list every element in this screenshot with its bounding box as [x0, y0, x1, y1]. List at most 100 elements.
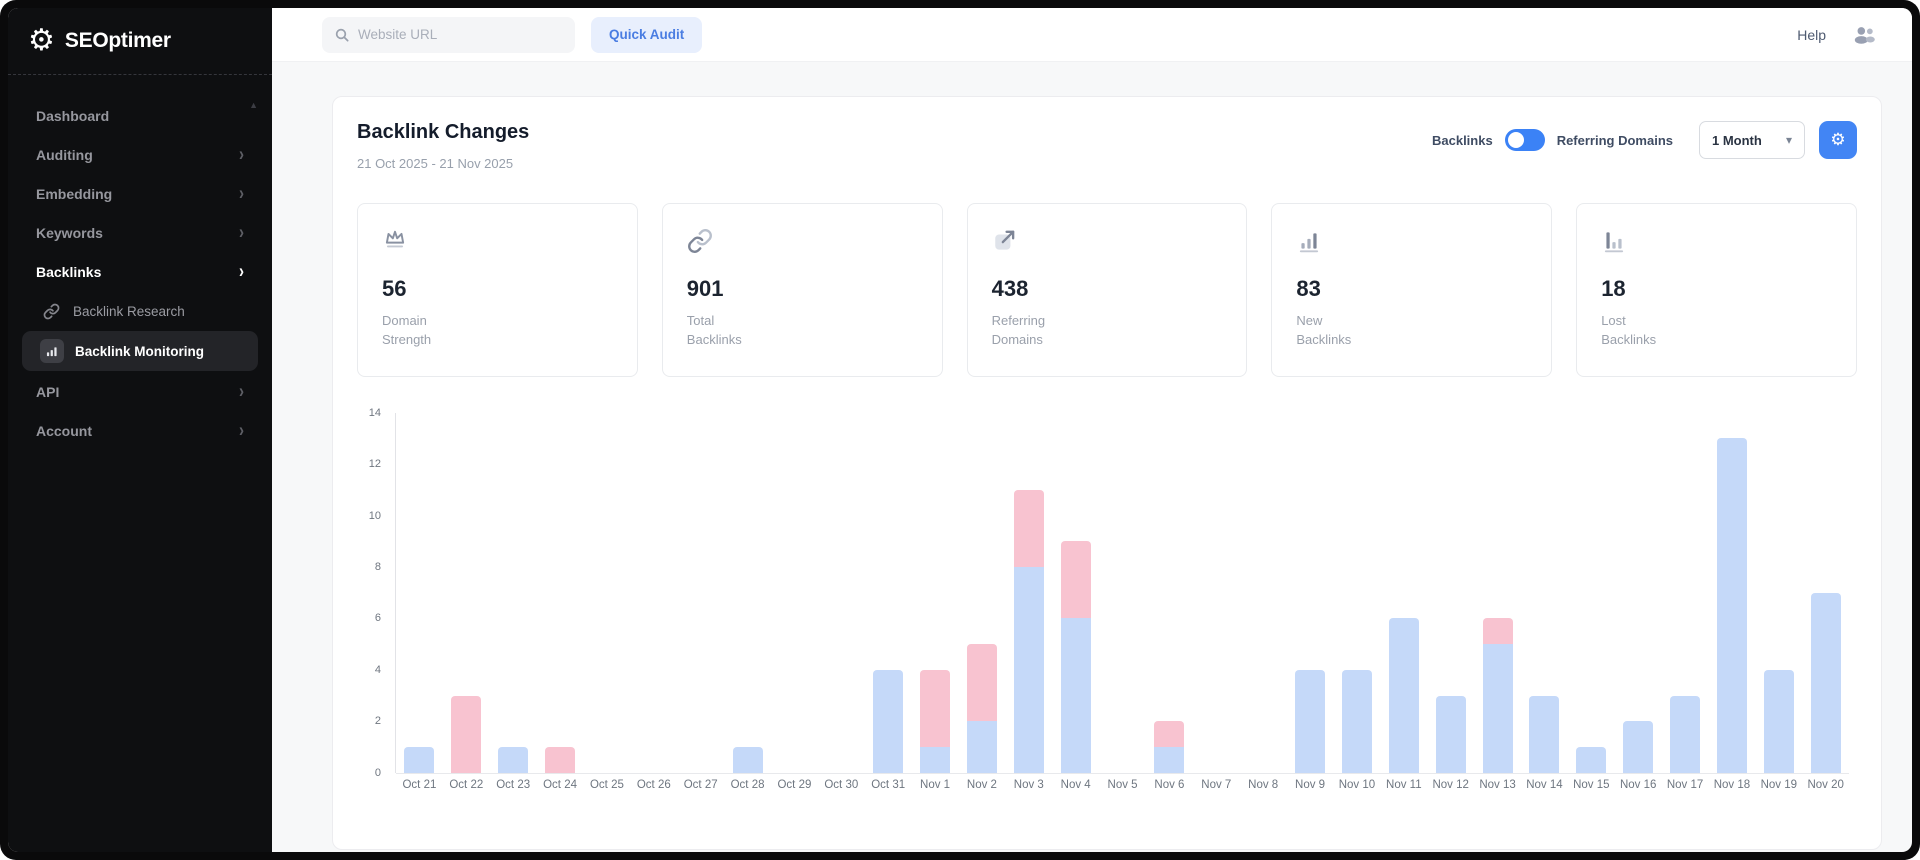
x-tick-label: Nov 18: [1714, 779, 1750, 791]
stat-card-referring-domains: 438 ReferringDomains: [967, 203, 1248, 377]
bar-slot: Nov 7: [1193, 413, 1240, 773]
period-value: 1 Month: [1712, 133, 1762, 148]
bar-stack: [1623, 721, 1653, 772]
x-tick-label: Nov 6: [1154, 779, 1184, 791]
sidebar-item-auditing[interactable]: Auditing ›: [22, 135, 258, 174]
x-tick-label: Oct 29: [777, 779, 811, 791]
bar-stack: [1764, 670, 1794, 773]
bar-stack: [1529, 696, 1559, 773]
new-backlinks-segment: [1061, 618, 1091, 772]
sidebar-item-backlink-monitoring[interactable]: Backlink Monitoring: [22, 331, 258, 371]
backlink-changes-chart: 02468101214 Oct 21Oct 22Oct 23Oct 24Oct …: [357, 413, 1857, 813]
stat-card-lost-backlinks: 18 LostBacklinks: [1576, 203, 1857, 377]
bar-slot: Oct 26: [630, 413, 677, 773]
new-backlinks-segment: [1342, 670, 1372, 773]
stat-label: NewBacklinks: [1296, 312, 1527, 350]
x-tick-label: Nov 1: [920, 779, 950, 791]
sidebar-collapse-icon[interactable]: ▲: [249, 100, 258, 110]
backlinks-referring-toggle[interactable]: [1505, 129, 1545, 151]
bar-slot: Nov 14: [1521, 413, 1568, 773]
chart-plot: Oct 21Oct 22Oct 23Oct 24Oct 25Oct 26Oct …: [395, 413, 1849, 773]
new-backlinks-segment: [873, 670, 903, 773]
new-backlinks-segment: [1717, 438, 1747, 772]
period-dropdown[interactable]: 1 Month ▾: [1699, 121, 1805, 159]
bar-stack: [545, 747, 575, 773]
sidebar-item-backlink-research[interactable]: Backlink Research: [22, 292, 258, 330]
y-tick-label: 10: [369, 510, 381, 522]
seoptimer-gear-logo-icon: ⚙: [28, 26, 55, 56]
bar-stack: [1061, 541, 1091, 772]
x-tick-label: Nov 12: [1432, 779, 1468, 791]
crown-icon: [382, 226, 613, 254]
bar-stack: [451, 696, 481, 773]
sidebar-item-keywords[interactable]: Keywords ›: [22, 213, 258, 252]
bar-slot: Nov 3: [1005, 413, 1052, 773]
y-tick-label: 6: [375, 612, 381, 624]
new-backlinks-segment: [404, 747, 434, 773]
bar-stack: [1014, 490, 1044, 773]
lost-backlinks-segment: [967, 644, 997, 721]
x-tick-label: Nov 3: [1014, 779, 1044, 791]
bar-stack: [1483, 618, 1513, 772]
stat-label: ReferringDomains: [992, 312, 1223, 350]
stat-value: 438: [992, 276, 1223, 302]
toggle-label-backlinks: Backlinks: [1432, 133, 1493, 148]
lost-backlinks-segment: [920, 670, 950, 747]
x-tick-label: Oct 28: [731, 779, 765, 791]
x-tick-label: Nov 10: [1339, 779, 1375, 791]
app-window: ⚙ SEOptimer ▲ Dashboard Auditing › Embed…: [8, 8, 1912, 852]
search-input[interactable]: [358, 27, 563, 42]
bar-slot: Nov 18: [1709, 413, 1756, 773]
x-tick-label: Nov 2: [967, 779, 997, 791]
stat-label: DomainStrength: [382, 312, 613, 350]
bar-slot: Nov 10: [1334, 413, 1381, 773]
new-backlinks-segment: [1623, 721, 1653, 772]
x-tick-label: Oct 27: [684, 779, 718, 791]
bar-slot: Nov 8: [1240, 413, 1287, 773]
bar-slot: Oct 23: [490, 413, 537, 773]
website-url-search[interactable]: [322, 17, 575, 53]
quick-audit-button[interactable]: Quick Audit: [591, 17, 702, 53]
sidebar-item-api[interactable]: API ›: [22, 372, 258, 411]
chevron-right-icon: ›: [239, 143, 244, 165]
bar-stack: [1576, 747, 1606, 773]
bar-slot: Oct 27: [677, 413, 724, 773]
x-tick-label: Nov 13: [1479, 779, 1515, 791]
help-link[interactable]: Help: [1797, 27, 1826, 43]
new-backlinks-segment: [1811, 593, 1841, 773]
new-backlinks-segment: [1154, 747, 1184, 773]
new-backlinks-segment: [733, 747, 763, 773]
sidebar-item-dashboard[interactable]: Dashboard: [22, 97, 258, 135]
screenshot-frame: ⚙ SEOptimer ▲ Dashboard Auditing › Embed…: [0, 0, 1920, 860]
account-avatar-icon[interactable]: [1852, 26, 1876, 44]
x-tick-label: Oct 26: [637, 779, 671, 791]
logo[interactable]: ⚙ SEOptimer: [8, 8, 272, 72]
x-tick-label: Nov 20: [1807, 779, 1843, 791]
lost-backlinks-segment: [1154, 721, 1184, 747]
settings-button[interactable]: ⚙: [1819, 121, 1857, 159]
sidebar-nav: Dashboard Auditing › Embedding › Keyword…: [8, 81, 272, 450]
bar-stack: [920, 670, 950, 773]
new-backlinks-segment: [967, 721, 997, 772]
x-tick-label: Oct 31: [871, 779, 905, 791]
link-icon: [687, 226, 918, 254]
bar-slot: Nov 16: [1615, 413, 1662, 773]
lost-backlinks-segment: [545, 747, 575, 773]
bar-slot: Nov 9: [1287, 413, 1334, 773]
lost-backlinks-segment: [1014, 490, 1044, 567]
bar-slot: Oct 22: [443, 413, 490, 773]
gear-icon: ⚙: [1830, 130, 1845, 150]
bar-stack: [1811, 593, 1841, 773]
new-backlinks-segment: [1483, 644, 1513, 773]
stat-value: 18: [1601, 276, 1832, 302]
x-tick-label: Oct 25: [590, 779, 624, 791]
x-tick-label: Nov 17: [1667, 779, 1703, 791]
chevron-right-icon: ›: [239, 182, 244, 204]
sidebar-item-backlinks[interactable]: Backlinks ›: [22, 252, 258, 291]
main-area: Quick Audit Help Backlink Changes 21 Oct…: [272, 8, 1912, 852]
lost-backlinks-segment: [1061, 541, 1091, 618]
x-tick-label: Oct 30: [824, 779, 858, 791]
sidebar-item-account[interactable]: Account ›: [22, 411, 258, 450]
sidebar-item-embedding[interactable]: Embedding ›: [22, 174, 258, 213]
x-tick-label: Nov 5: [1108, 779, 1138, 791]
